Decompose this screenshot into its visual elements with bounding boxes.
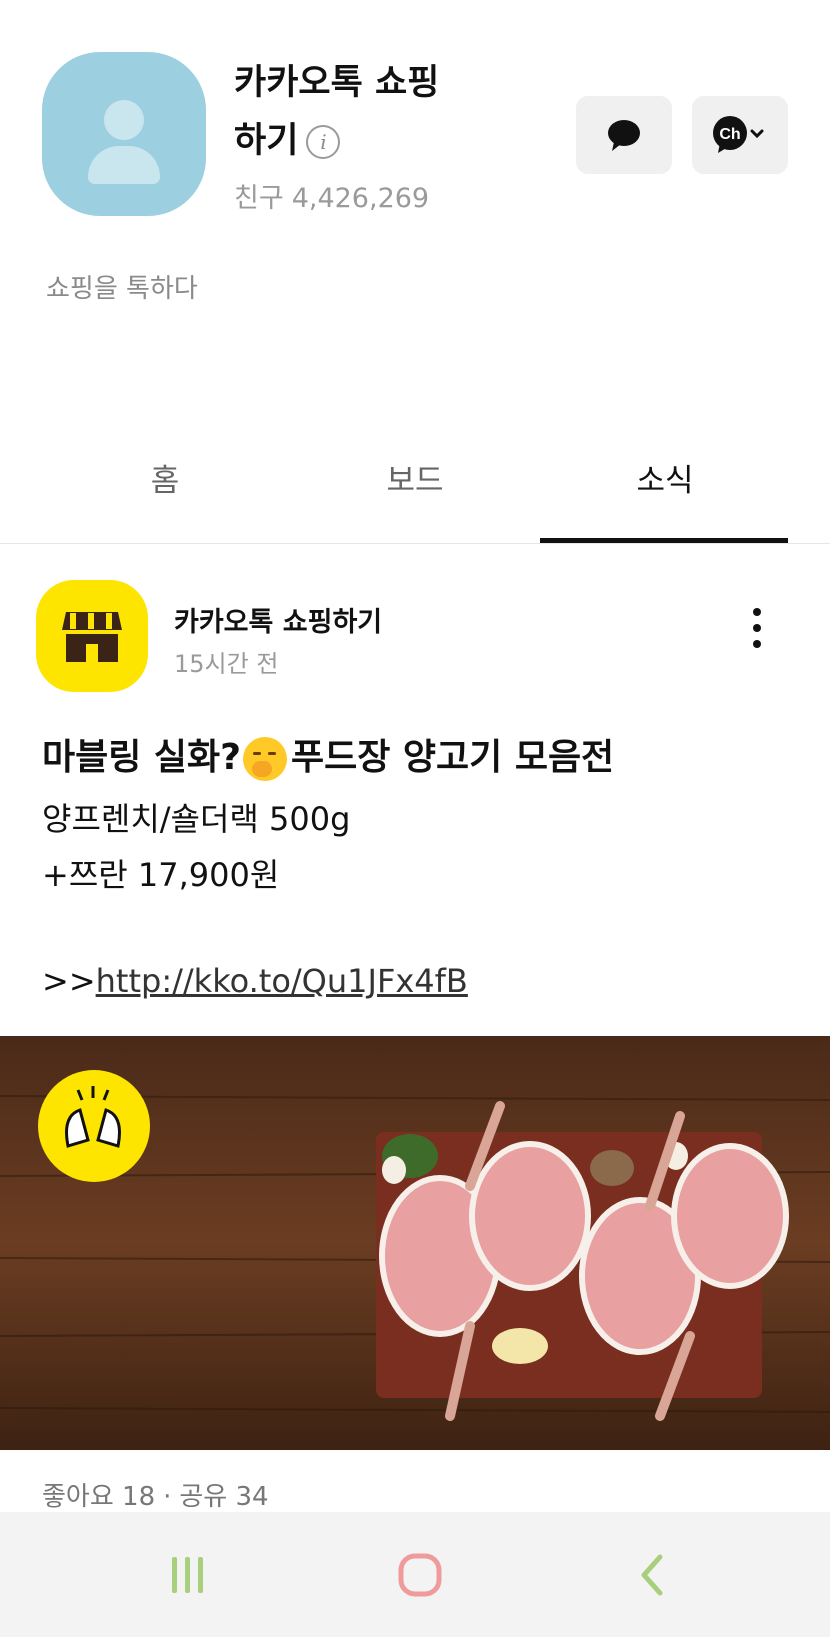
post-body-line1: 양프렌치/숄더랙 500g xyxy=(42,800,351,838)
tab-home[interactable]: 홈 xyxy=(40,440,290,544)
channel-icon: Ch xyxy=(713,116,764,153)
shushing-face-emoji-icon xyxy=(243,737,288,781)
chat-bubble-icon xyxy=(608,120,640,151)
active-tab-indicator xyxy=(540,538,788,543)
post-body-line2: +쯔란 17,900원 xyxy=(42,856,280,894)
shop-avatar[interactable] xyxy=(36,580,148,692)
channel-profile: 카카오톡 쇼핑하기 i 친구 4,426,269 Ch 쇼핑을 톡하다 xyxy=(0,0,830,420)
recent-apps-button[interactable] xyxy=(148,1540,228,1610)
shares-count[interactable]: 공유 34 xyxy=(179,1482,268,1512)
channel-description: 쇼핑을 톡하다 xyxy=(46,274,198,304)
post-image[interactable] xyxy=(0,1036,830,1450)
post-time: 15시간 전 xyxy=(174,650,279,678)
link-prefix: >> xyxy=(42,962,96,1000)
chat-button[interactable] xyxy=(576,96,672,174)
post-author[interactable]: 카카오톡 쇼핑하기 xyxy=(174,600,382,639)
post-title-part1: 마블링 실화? xyxy=(42,737,242,778)
home-button[interactable] xyxy=(380,1540,460,1610)
back-icon xyxy=(641,1554,663,1596)
post-title-part2: 푸드장 양고기 모음전 xyxy=(291,737,615,778)
post-header: 카카오톡 쇼핑하기 15시간 전 xyxy=(0,580,830,696)
post-title: 마블링 실화? 푸드장 양고기 모음전 xyxy=(42,728,614,781)
channel-name: 카카오톡 쇼핑하기 i xyxy=(234,54,464,170)
back-button[interactable] xyxy=(612,1540,692,1610)
avatar-body-shape xyxy=(88,146,160,184)
likes-count[interactable]: 좋아요 18 xyxy=(42,1482,155,1512)
svg-text:Ch: Ch xyxy=(719,126,740,143)
recent-apps-icon xyxy=(172,1557,203,1593)
post-stats: 좋아요 18 · 공유 34 xyxy=(42,1476,269,1513)
friends-label: 친구 xyxy=(234,183,284,214)
tab-bar: 홈 보드 소식 xyxy=(0,440,830,544)
lamb-chops-photo xyxy=(0,1036,830,1450)
system-navigation-bar xyxy=(0,1512,830,1637)
tab-news[interactable]: 소식 xyxy=(540,440,790,544)
friends-number: 4,426,269 xyxy=(291,183,430,214)
channel-button[interactable]: Ch xyxy=(692,96,788,174)
post-link-line: >>http://kko.to/Qu1JFx4fB xyxy=(42,962,468,1000)
profile-avatar[interactable] xyxy=(42,52,206,216)
stats-separator: · xyxy=(163,1482,172,1512)
post-link[interactable]: http://kko.to/Qu1JFx4fB xyxy=(96,962,468,1000)
friends-count: 친구 4,426,269 xyxy=(234,176,429,215)
more-vertical-icon[interactable] xyxy=(748,608,766,654)
home-icon xyxy=(398,1553,442,1597)
shop-store-icon xyxy=(62,612,122,662)
clapping-hands-icon xyxy=(38,1070,150,1182)
avatar-head-shape xyxy=(104,100,144,140)
info-icon[interactable]: i xyxy=(306,125,341,159)
tab-board[interactable]: 보드 xyxy=(290,440,540,544)
